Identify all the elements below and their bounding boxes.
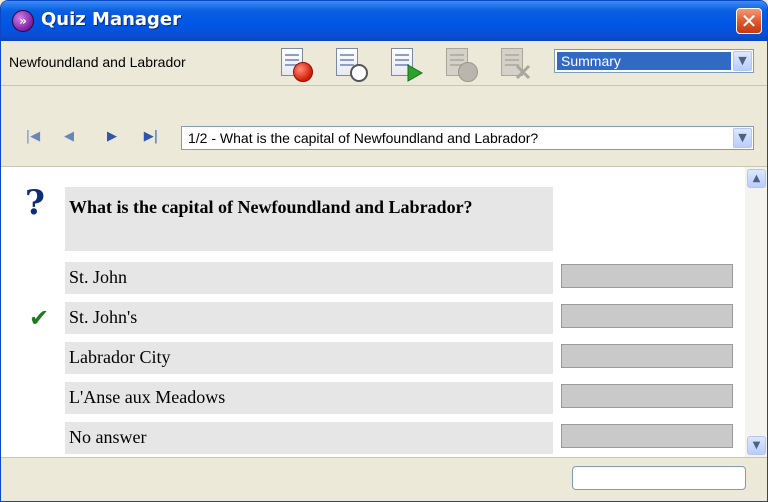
question-select[interactable]: 1/2 - What is the capital of Newfoundlan… [181,126,754,150]
previous-question-button[interactable]: ◀ [59,129,79,145]
status-field [572,466,746,490]
close-button[interactable]: ✕ [736,8,762,34]
delete-quiz-icon [499,48,533,82]
app-icon[interactable]: » [12,10,34,32]
next-question-button[interactable]: ▶ [102,129,122,145]
answer-text: Labrador City [69,347,171,367]
cancel-quiz-icon [444,48,478,82]
scroll-down-button[interactable]: ▼ [747,436,766,455]
timer-icon[interactable] [334,48,368,82]
question-text: What is the capital of Newfoundland and … [69,197,473,217]
main-toolbar: Newfoundland and Labrador Summary ▼ [1,41,767,86]
answer-row: St. John [65,262,553,294]
title-bar[interactable]: » Quiz Manager ✕ [1,1,767,41]
answer-text: St. John [69,267,128,287]
answer-text: St. John's [69,307,138,327]
vertical-scrollbar[interactable]: ▲ ▼ [745,167,767,457]
view-select[interactable]: Summary ▼ [554,49,754,73]
answer-row: Labrador City [65,342,553,374]
question-select-value: 1/2 - What is the capital of Newfoundlan… [188,130,539,146]
answer-row: L'Anse aux Meadows [65,382,553,414]
status-bar [1,457,767,501]
scroll-up-button[interactable]: ▲ [747,169,766,188]
stop-quiz-icon[interactable] [279,48,313,82]
answer-text: L'Anse aux Meadows [69,387,226,407]
chevron-down-icon[interactable]: ▼ [733,51,752,71]
view-select-value: Summary [557,52,731,70]
answer-result-bar [561,344,733,368]
answer-row: St. John's [65,302,553,334]
answer-result-bar [561,304,733,328]
answer-row: No answer [65,422,553,454]
quiz-manager-window: » Quiz Manager ✕ Newfoundland and Labrad… [0,0,768,502]
answer-text: No answer [69,427,147,447]
chevron-down-icon[interactable]: ▼ [733,128,752,148]
answer-result-bar [561,384,733,408]
answer-result-bar [561,264,733,288]
window-title: Quiz Manager [41,9,182,30]
start-quiz-icon[interactable] [389,48,423,82]
question-summary-panel: ? What is the capital of Newfoundland an… [1,166,767,458]
answer-result-bar [561,424,733,448]
last-question-button[interactable]: ▶| [141,129,161,145]
question-header: What is the capital of Newfoundland and … [65,187,553,251]
question-navigation: |◀ ◀ ▶ ▶| 1/2 - What is the capital of N… [1,86,767,166]
correct-check-icon: ✔ [29,304,50,332]
quiz-name-label: Newfoundland and Labrador [9,54,186,70]
first-question-button[interactable]: |◀ [23,129,43,145]
question-mark-icon: ? [25,183,45,223]
